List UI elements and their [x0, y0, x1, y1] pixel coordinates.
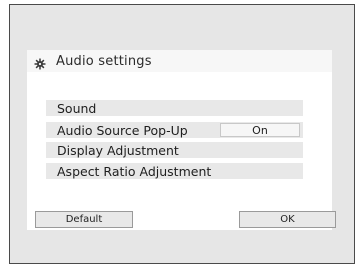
- menu-item-label: Aspect Ratio Adjustment: [57, 163, 212, 179]
- gear-icon: [34, 55, 46, 70]
- menu-item-audio-source-popup[interactable]: Audio Source Pop-Up On: [46, 122, 303, 138]
- menu-item-display-adjustment[interactable]: Display Adjustment: [46, 142, 303, 158]
- menu-item-aspect-ratio-adjustment[interactable]: Aspect Ratio Adjustment: [46, 163, 303, 179]
- menu-item-label: Display Adjustment: [57, 142, 179, 158]
- audio-source-popup-value: On: [220, 123, 300, 137]
- menu-item-label: Audio Source Pop-Up: [57, 122, 188, 138]
- ok-button[interactable]: OK: [239, 211, 336, 228]
- title-bar: Audio settings: [27, 50, 332, 72]
- window-title: Audio settings: [56, 53, 152, 69]
- menu-item-sound[interactable]: Sound: [46, 100, 303, 116]
- default-button[interactable]: Default: [35, 211, 133, 228]
- menu-item-label: Sound: [57, 100, 97, 116]
